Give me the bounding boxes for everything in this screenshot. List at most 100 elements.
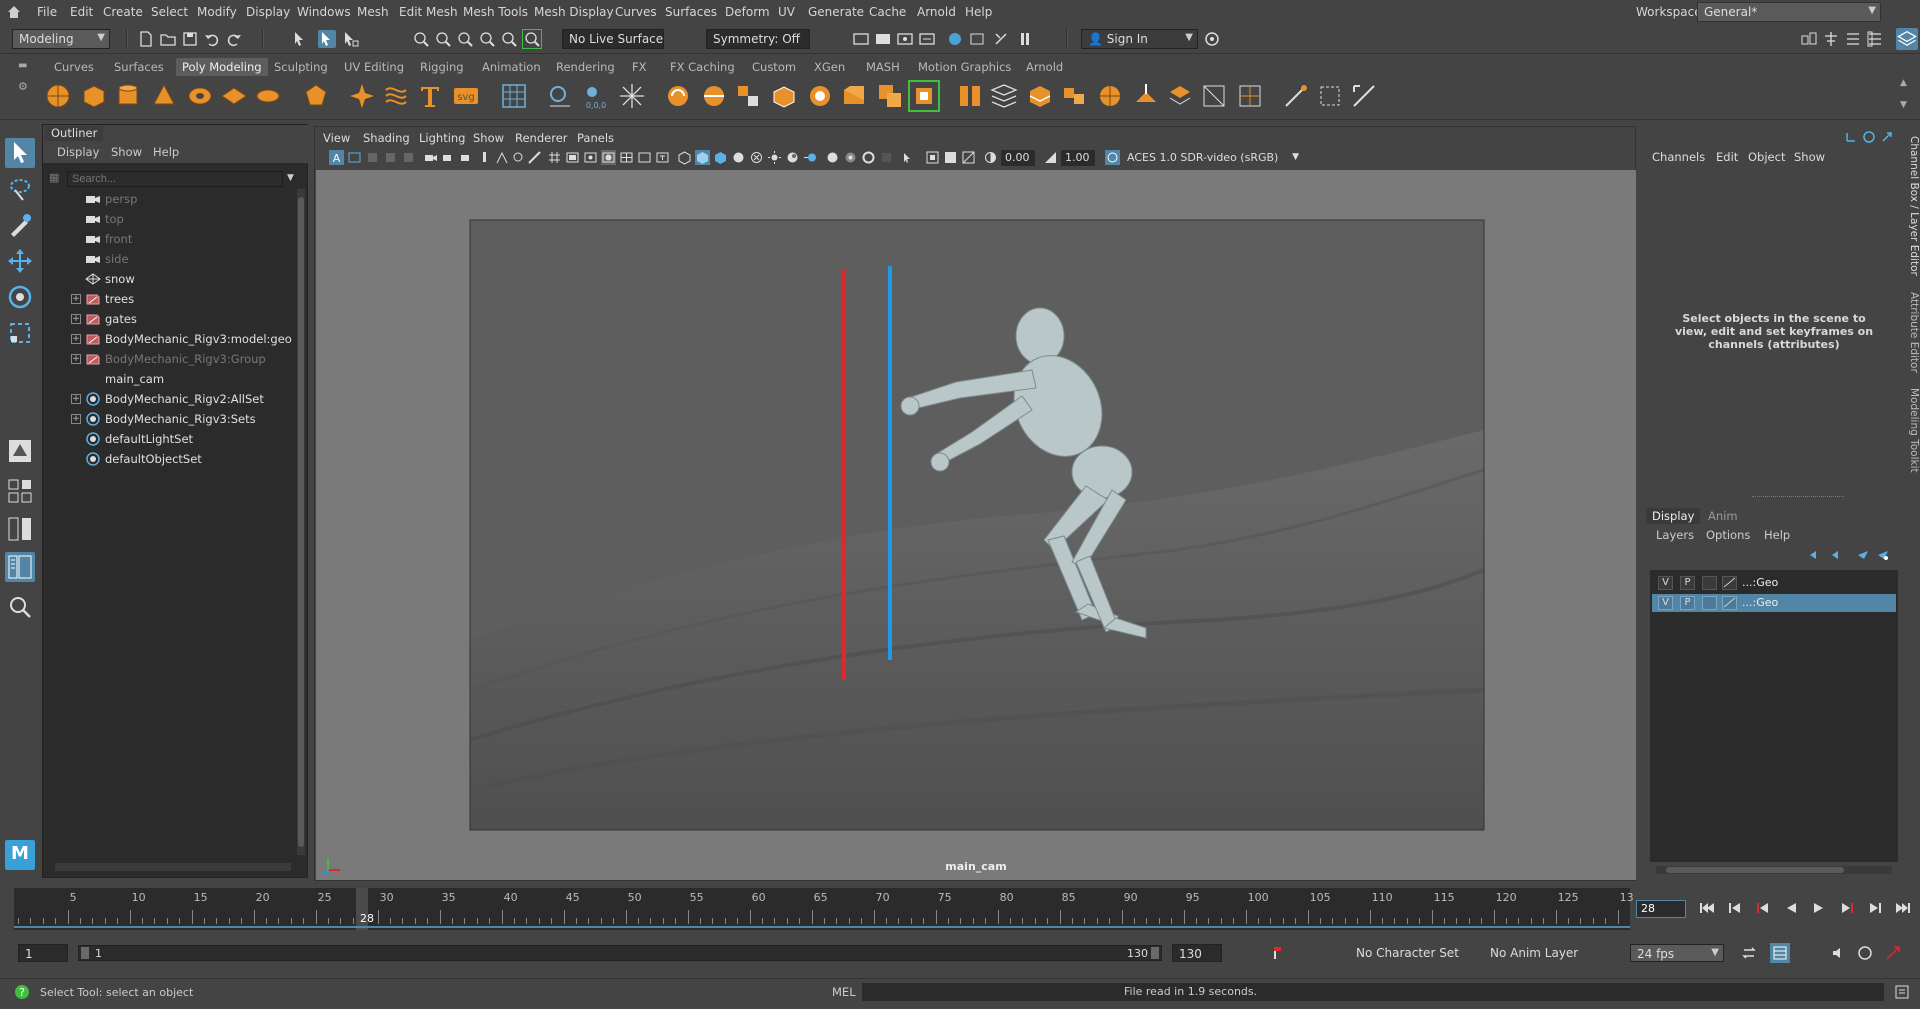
bridge-edges-icon[interactable] bbox=[1200, 82, 1228, 110]
measure-tool-icon[interactable] bbox=[546, 82, 574, 110]
color-space-dropdown[interactable]: ACES 1.0 SDR-video (sRGB) ▼ bbox=[1123, 150, 1301, 166]
channel-box-sync-icon[interactable] bbox=[1862, 130, 1876, 144]
render-frame-icon[interactable] bbox=[874, 30, 892, 48]
bridge-icon[interactable] bbox=[806, 82, 834, 110]
poly-cylinder-icon[interactable] bbox=[114, 82, 142, 110]
layer-playback-toggle[interactable]: P bbox=[1680, 596, 1695, 610]
viewport-canvas[interactable]: main_cam bbox=[316, 170, 1636, 880]
xray-active-icon[interactable] bbox=[943, 150, 958, 165]
layer-color-swatch[interactable] bbox=[1722, 576, 1737, 590]
outliner-item[interactable]: + BodyMechanic_Rigv3:Group bbox=[43, 349, 293, 369]
layer-menu-help[interactable]: Help bbox=[1764, 528, 1790, 542]
sound-icon[interactable] bbox=[1830, 944, 1848, 962]
reduce-icon[interactable] bbox=[1132, 82, 1160, 110]
layer-menu-layers[interactable]: Layers bbox=[1656, 528, 1694, 542]
layer-tab-display[interactable]: Display bbox=[1646, 508, 1701, 524]
channel-box-menu-show[interactable]: Show bbox=[1794, 150, 1825, 164]
viewport-menu-show[interactable]: Show bbox=[473, 131, 504, 145]
mesh-density-icon[interactable] bbox=[1236, 82, 1264, 110]
component-display-icon[interactable] bbox=[961, 150, 976, 165]
menu-display[interactable]: Display bbox=[246, 5, 290, 19]
open-scene-icon[interactable] bbox=[159, 30, 177, 48]
menu-cache[interactable]: Cache bbox=[869, 5, 906, 19]
expand-icon[interactable]: + bbox=[71, 394, 81, 404]
menuset-dropdown[interactable]: Modeling ▼ bbox=[12, 29, 110, 49]
outliner-menu-help[interactable]: Help bbox=[153, 145, 179, 159]
layer-display-type-toggle[interactable] bbox=[1702, 596, 1717, 610]
outliner-item[interactable]: + gates bbox=[43, 309, 293, 329]
freeze-transform-icon[interactable] bbox=[618, 82, 646, 110]
menu-edit-mesh[interactable]: Edit Mesh bbox=[399, 5, 458, 19]
frame-all-icon[interactable] bbox=[479, 150, 494, 165]
menu-help[interactable]: Help bbox=[965, 5, 992, 19]
select-component-icon[interactable] bbox=[342, 30, 360, 48]
use-all-lights-icon[interactable] bbox=[749, 150, 764, 165]
current-frame-field[interactable]: 28 bbox=[1636, 900, 1686, 918]
layer-tab-anim[interactable]: Anim bbox=[1702, 508, 1744, 524]
select-tool-icon[interactable] bbox=[5, 138, 35, 168]
exposure-field[interactable]: 0.00 bbox=[1001, 150, 1035, 166]
rotate-tool-icon[interactable] bbox=[5, 282, 35, 312]
tab-surfaces[interactable]: Surfaces bbox=[108, 58, 170, 76]
cached-playback-icon[interactable] bbox=[1770, 943, 1790, 963]
new-layer-selected-icon[interactable] bbox=[1876, 548, 1890, 562]
menu-create[interactable]: Create bbox=[103, 5, 143, 19]
isolate-view-icon[interactable] bbox=[861, 150, 876, 165]
snap-view-plane-icon[interactable] bbox=[478, 30, 496, 48]
auto-key-icon[interactable] bbox=[1270, 944, 1288, 962]
outliner-menu-show[interactable]: Show bbox=[111, 145, 142, 159]
menu-uv[interactable]: UV bbox=[778, 5, 795, 19]
render-settings-icon[interactable] bbox=[918, 30, 936, 48]
fps-dropdown[interactable]: 24 fps ▼ bbox=[1630, 944, 1724, 962]
scale-tool-icon[interactable] bbox=[5, 318, 35, 348]
step-back-icon[interactable] bbox=[1726, 900, 1744, 916]
merge-icon[interactable] bbox=[1166, 82, 1194, 110]
ipr-render-icon[interactable] bbox=[896, 30, 914, 48]
menu-curves[interactable]: Curves bbox=[615, 5, 657, 19]
poly-cone-icon[interactable] bbox=[150, 82, 178, 110]
shelf-scroll-down-icon[interactable]: ▼ bbox=[1900, 100, 1907, 110]
center-pivot-icon[interactable]: 0,0,0 bbox=[582, 82, 610, 110]
bookmark-icon[interactable] bbox=[365, 150, 380, 165]
viewport-menu-view[interactable]: View bbox=[323, 131, 350, 145]
redo-icon[interactable] bbox=[225, 30, 243, 48]
select-camera-icon[interactable]: A bbox=[329, 150, 344, 165]
outliner-item[interactable]: + BodyMechanic_Rigv3:Sets bbox=[43, 409, 293, 429]
outliner-item[interactable]: + BodyMechanic_Rigv3:model:geo bbox=[43, 329, 293, 349]
tab-rigging[interactable]: Rigging bbox=[414, 58, 470, 76]
outliner-item[interactable]: + trees bbox=[43, 289, 293, 309]
script-editor-icon[interactable] bbox=[1894, 984, 1910, 1000]
tab-custom[interactable]: Custom bbox=[746, 58, 802, 76]
side-tab-channel-box[interactable]: Channel Box / Layer Editor bbox=[1904, 136, 1920, 276]
camera-lock-icon[interactable] bbox=[441, 150, 456, 165]
tab-xgen[interactable]: XGen bbox=[808, 58, 851, 76]
layer-row[interactable]: V P ...:Geo bbox=[1652, 574, 1896, 592]
layer-menu-options[interactable]: Options bbox=[1706, 528, 1750, 542]
outliner-item[interactable]: defaultLightSet bbox=[43, 429, 293, 449]
toggle-modeling-toolkit-icon[interactable] bbox=[1800, 30, 1818, 48]
arnold-stop-icon[interactable] bbox=[992, 30, 1010, 48]
smooth-target-icon[interactable] bbox=[1096, 82, 1124, 110]
edge-flow-icon[interactable] bbox=[1350, 82, 1378, 110]
smooth-icon[interactable] bbox=[734, 82, 762, 110]
menu-generate[interactable]: Generate bbox=[808, 5, 864, 19]
extrude-icon[interactable] bbox=[770, 82, 798, 110]
menu-surfaces[interactable]: Surfaces bbox=[665, 5, 717, 19]
poly-sphere-icon[interactable] bbox=[44, 82, 72, 110]
motion-blur-icon[interactable] bbox=[803, 150, 818, 165]
outliner-menu-display[interactable]: Display bbox=[57, 145, 99, 159]
menu-mesh-tools[interactable]: Mesh Tools bbox=[463, 5, 528, 19]
play-forwards-icon[interactable] bbox=[1810, 900, 1828, 916]
outliner-item[interactable]: top bbox=[43, 209, 293, 229]
isolate-select-icon[interactable] bbox=[511, 150, 526, 165]
channel-box-menu-object[interactable]: Object bbox=[1748, 150, 1785, 164]
search-icon[interactable] bbox=[5, 592, 35, 622]
pause-icon[interactable] bbox=[1016, 30, 1034, 48]
single-perspective-layout-icon[interactable] bbox=[5, 436, 35, 466]
shelf-settings-icon[interactable]: ⚙ bbox=[18, 80, 28, 93]
gate-mask-icon[interactable] bbox=[601, 150, 616, 165]
tab-rendering[interactable]: Rendering bbox=[550, 58, 621, 76]
tab-fx-caching[interactable]: FX Caching bbox=[664, 58, 741, 76]
toggle-layer-editor-icon[interactable] bbox=[1896, 28, 1918, 50]
outliner-horizontal-scrollbar[interactable] bbox=[55, 863, 291, 871]
